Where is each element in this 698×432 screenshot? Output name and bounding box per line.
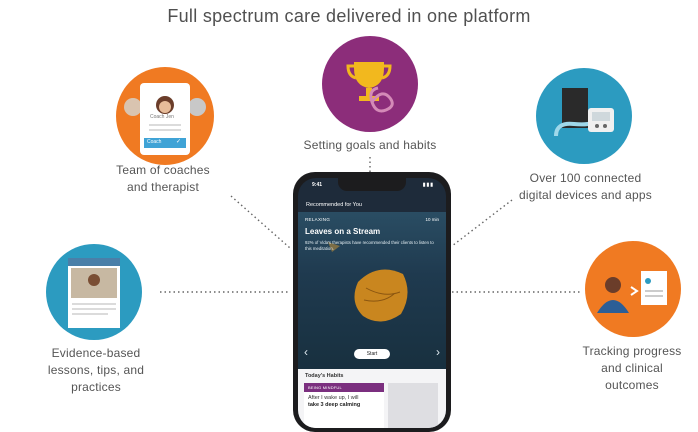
habits-title: Today's Habits bbox=[305, 373, 344, 379]
habit-text-2: take 3 deep calming bbox=[308, 402, 361, 408]
tracking-illustration bbox=[585, 241, 681, 337]
status-icons: ▮▮▮ bbox=[422, 182, 434, 188]
status-time: 9:41 bbox=[312, 182, 323, 188]
devices-label: Over 100 connected digital devices and a… bbox=[519, 171, 652, 202]
goals-illustration bbox=[322, 36, 418, 132]
goals-label: Setting goals and habits bbox=[303, 138, 437, 152]
chevron-left-icon[interactable]: ‹ bbox=[304, 345, 308, 359]
connector-devices bbox=[451, 199, 513, 247]
habit-text-1: After I wake up, I will bbox=[308, 395, 359, 401]
meditation-category: RELAXING bbox=[305, 217, 331, 222]
phone-notch bbox=[338, 178, 406, 191]
check-icon: ✓ bbox=[176, 139, 182, 145]
habit-card[interactable]: BEING MINDFUL After I wake up, I will ta… bbox=[304, 383, 384, 428]
trophy-icon bbox=[346, 62, 394, 113]
habits-section: Today's Habits BEING MINDFUL After I wak… bbox=[298, 369, 446, 428]
chevron-right-icon[interactable]: › bbox=[436, 345, 440, 359]
connector-coaches bbox=[230, 195, 291, 249]
coaches-illustration: Coach Jen Coach ✓ bbox=[116, 67, 214, 165]
coach-button: Coach bbox=[147, 139, 162, 145]
devices-illustration bbox=[536, 68, 632, 164]
tracking-label: Tracking progress and clinical outcomes bbox=[582, 344, 682, 392]
progress-report-icon bbox=[597, 271, 667, 313]
phone-screen: 9:41 ▮▮▮ Recommended for You RELAXING 10… bbox=[298, 178, 446, 428]
habit-category: BEING MINDFUL bbox=[304, 383, 384, 392]
lesson-card-icon bbox=[68, 258, 120, 328]
meditation-card[interactable]: RELAXING 10 min Leaves on a Stream 92% o… bbox=[298, 212, 446, 369]
evidence-label: Evidence-based lessons, tips, and practi… bbox=[47, 346, 145, 394]
phone-mockup: 9:41 ▮▮▮ Recommended for You RELAXING 10… bbox=[293, 172, 451, 432]
coach-name: Coach Jen bbox=[150, 114, 174, 120]
evidence-illustration bbox=[46, 244, 142, 340]
recommended-heading: Recommended for You bbox=[306, 202, 362, 208]
start-button[interactable]: Start bbox=[354, 349, 390, 359]
page-title: Full spectrum care delivered in one plat… bbox=[167, 6, 531, 26]
meditation-description: 92% of Vida's therapists have recommende… bbox=[305, 240, 434, 251]
coaches-label: Team of coaches and therapist bbox=[116, 163, 210, 194]
meditation-title: Leaves on a Stream bbox=[305, 227, 381, 236]
blood-pressure-monitor-icon bbox=[554, 88, 614, 137]
habit-card-secondary[interactable] bbox=[388, 383, 438, 428]
meditation-duration: 10 min bbox=[425, 217, 439, 222]
